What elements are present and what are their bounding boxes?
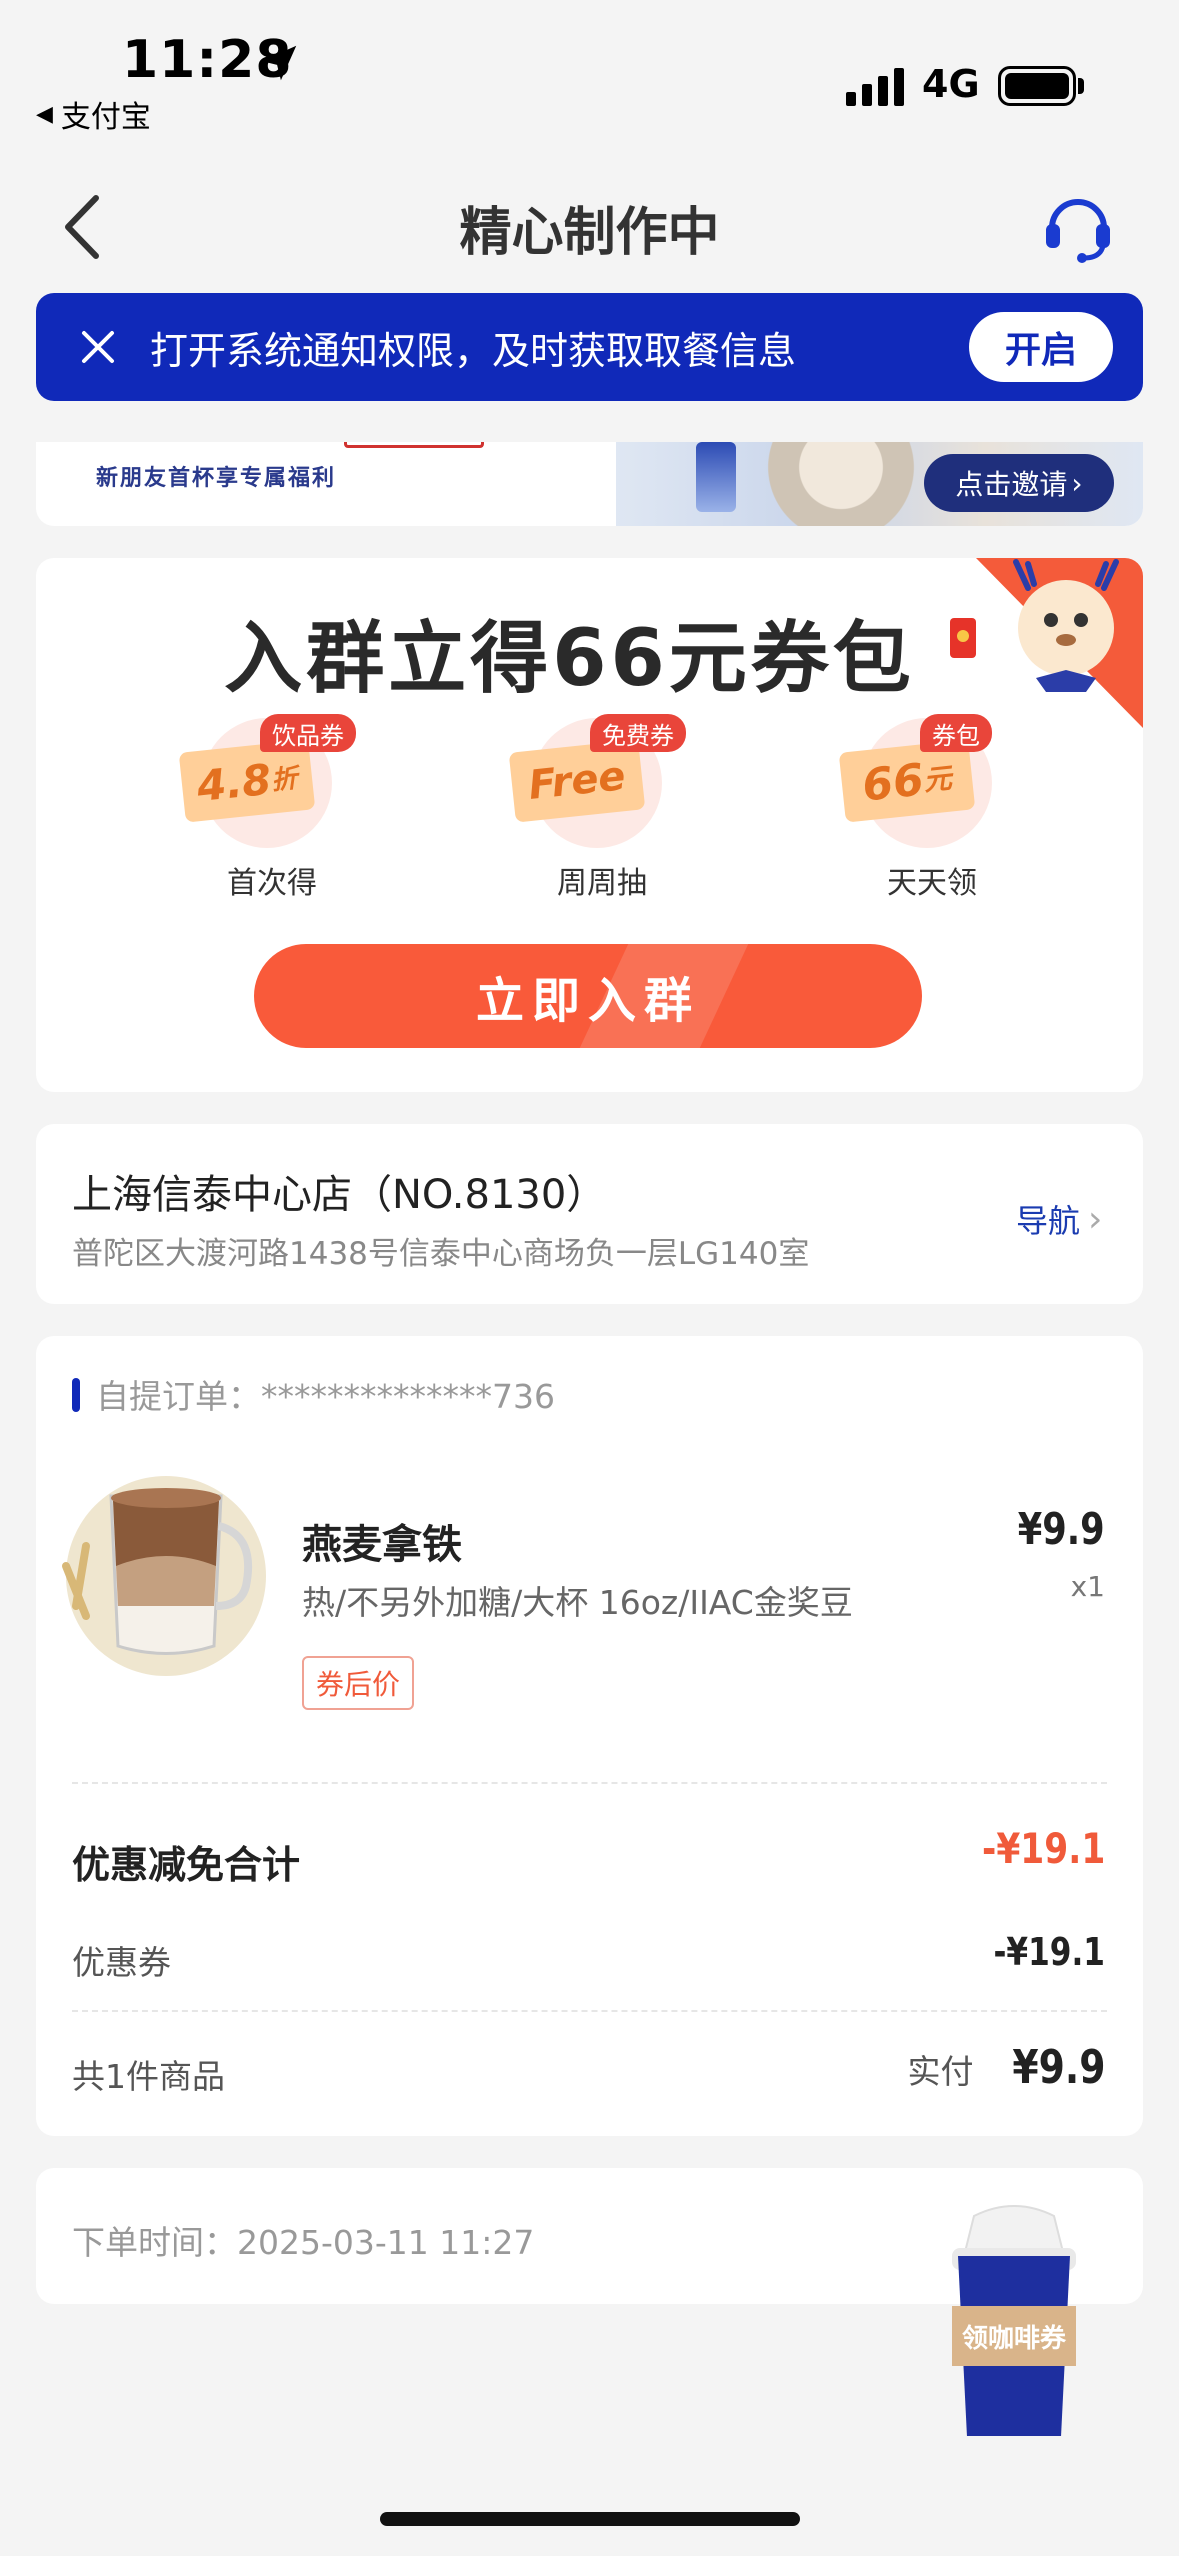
oat-latte-image: [62, 1476, 266, 1676]
order-time-label: 下单时间：: [72, 2223, 237, 2262]
coupon-row-value: -¥19.1: [993, 1930, 1105, 1974]
navigation-label: 导航: [1016, 1202, 1081, 1240]
coupon-drink: 4.8 折 饮品券 首次得: [172, 714, 372, 918]
invite-text: 新朋友首杯享专属福利: [96, 466, 337, 491]
notice-text: 打开系统通知权限，及时获取取餐信息: [150, 328, 797, 373]
notification-banner: 打开系统通知权限，及时获取取餐信息 开启: [36, 293, 1143, 401]
store-address: 普陀区大渡河路1438号信泰中心商场负一层LG140室: [72, 1236, 810, 1272]
invite-banner[interactable]: 新朋友首杯享专属福利 点击邀请 ›: [36, 442, 1143, 526]
paid-value: ¥9.9: [1011, 2040, 1105, 2094]
coupon-label: 天天领: [887, 866, 977, 901]
location-arrow-icon: [261, 45, 297, 81]
coffee-cup-image: [696, 442, 736, 512]
coupon-label: 首次得: [227, 866, 317, 901]
group-title: 入群立得66元券包: [224, 614, 915, 704]
network-type: 4G: [922, 62, 980, 106]
chevron-right-icon: ›: [1071, 466, 1083, 500]
order-id: 自提订单：**************736: [96, 1370, 555, 1418]
chevron-right-icon: ›: [1088, 1198, 1103, 1240]
product-name: 燕麦拿铁: [302, 1522, 462, 1568]
close-icon[interactable]: [78, 327, 118, 367]
signal-icon: [846, 66, 904, 106]
product-price: ¥9.9: [1018, 1504, 1105, 1555]
discount-total-label: 优惠减免合计: [72, 1843, 301, 1887]
store-name: 上海信泰中心店（NO.8130）: [72, 1172, 607, 1218]
join-group-label: 立即入群: [475, 973, 700, 1029]
discount-total-value: -¥19.1: [981, 1824, 1105, 1873]
store-card: 上海信泰中心店（NO.8130） 普陀区大渡河路1438号信泰中心商场负一层LG…: [36, 1124, 1143, 1304]
floating-coffee-coupon[interactable]: 领咖啡券: [944, 2196, 1084, 2440]
order-id-value: **************736: [261, 1377, 555, 1416]
paid-amount: 实付 ¥9.9: [908, 2040, 1106, 2094]
product-spec: 热/不另外加糖/大杯 16oz/IIAC金奖豆: [302, 1583, 853, 1622]
order-id-label: 自提订单：: [96, 1377, 261, 1416]
back-triangle-icon: ◀: [36, 101, 53, 127]
coffee-coupon-label: 领咖啡券: [952, 2306, 1076, 2366]
divider: [72, 2010, 1107, 2012]
home-indicator: [380, 2512, 800, 2526]
coupon-tag: 饮品券: [260, 714, 356, 752]
invite-button-label: 点击邀请: [955, 468, 1068, 501]
paid-label: 实付: [907, 2052, 974, 2091]
order-accent-bar: [72, 1378, 80, 1412]
enable-notification-button[interactable]: 开启: [969, 312, 1113, 382]
navigation-link[interactable]: 导航 ›: [1016, 1196, 1102, 1242]
order-card: 自提订单：**************736 燕麦拿铁 热/不另外加糖/大杯 1…: [36, 1336, 1143, 2136]
invite-button[interactable]: 点击邀请 ›: [924, 454, 1114, 512]
page-title: 精心制作中: [459, 203, 720, 263]
coupon-row-label: 优惠券: [72, 1943, 171, 1982]
coupon-label: 周周抽: [557, 866, 647, 901]
product-quantity: x1: [1070, 1570, 1105, 1603]
order-time: 下单时间：2025-03-11 11:27: [72, 2216, 534, 2264]
customer-service-icon[interactable]: [1040, 188, 1116, 264]
battery-tip: [1078, 78, 1084, 94]
group-coupon-card: 入群立得66元券包 4.8 折 饮品券 首次得 Free 免费券 周周抽 66 元 …: [36, 558, 1143, 1092]
price-tag-badge: 券后价: [302, 1656, 415, 1710]
join-group-button[interactable]: 立即入群: [254, 944, 922, 1048]
item-count: 共1件商品: [72, 2057, 225, 2096]
back-to-app-link[interactable]: ◀ 支付宝: [36, 92, 151, 136]
coupon-pack: 66 元 券包 天天领: [832, 714, 1032, 918]
coupon-tag: 券包: [920, 714, 992, 752]
back-app-label: 支付宝: [60, 100, 151, 135]
coupon-free: Free 免费券 周周抽: [502, 714, 702, 918]
invite-decoration: [344, 442, 484, 448]
divider: [72, 1782, 1107, 1784]
battery-icon: [998, 66, 1076, 106]
order-time-value: 2025-03-11 11:27: [237, 2223, 535, 2262]
coupon-tag: 免费券: [590, 714, 686, 752]
model-photo: [756, 442, 926, 526]
